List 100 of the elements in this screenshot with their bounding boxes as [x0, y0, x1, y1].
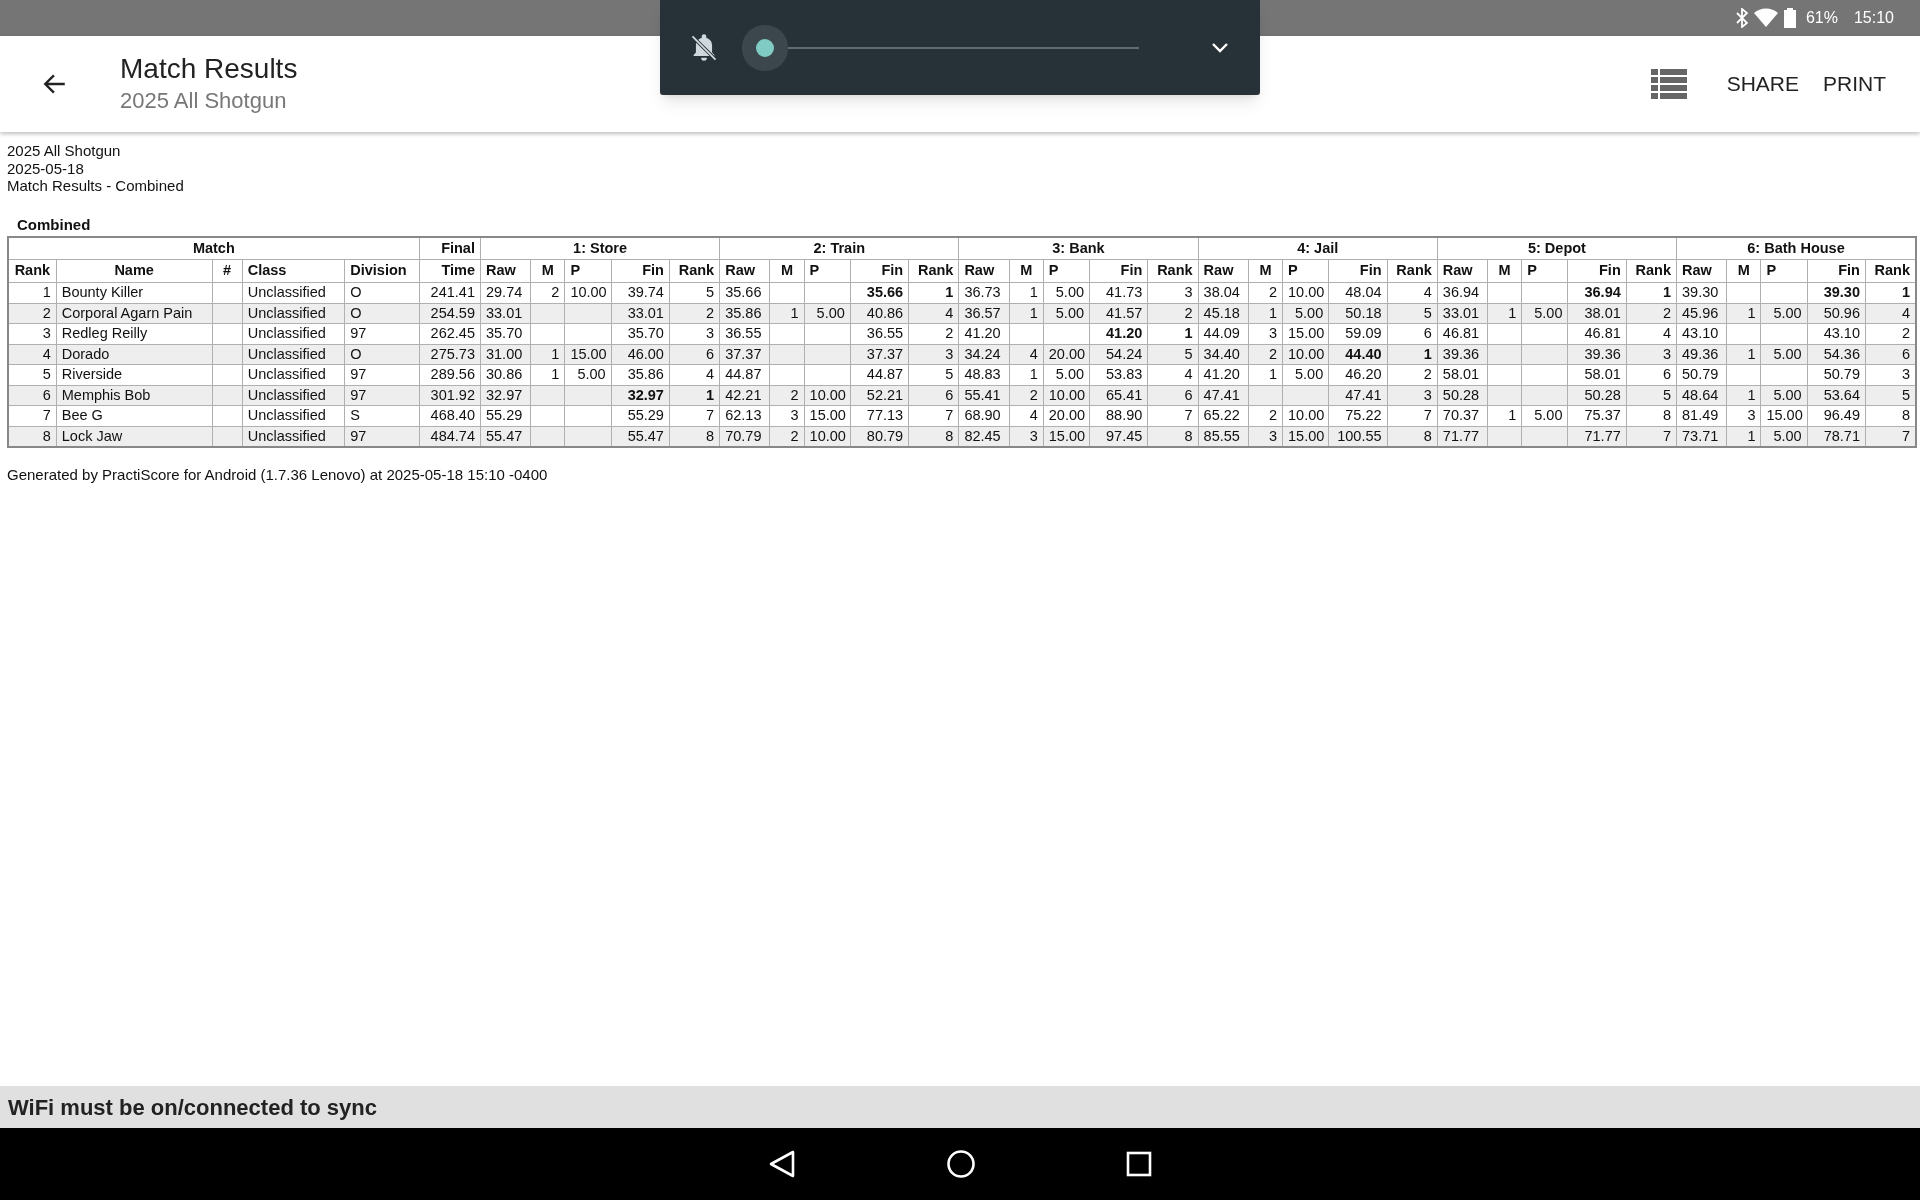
table-cell: 1	[669, 385, 720, 406]
table-cell: 40.86	[850, 303, 909, 324]
table-cell: 55.29	[611, 405, 670, 426]
table-cell: 5.00	[1760, 344, 1808, 365]
column-header: Fin	[1328, 259, 1388, 283]
table-cell: 62.13	[719, 405, 770, 426]
column-header: P	[804, 259, 851, 283]
table-cell: 43.10	[1676, 323, 1727, 344]
column-group-header: 1: Store	[480, 236, 720, 260]
table-cell: 50.18	[1328, 303, 1388, 324]
table-cell: 6	[1147, 385, 1199, 406]
table-cell: Unclassified	[242, 282, 345, 303]
table-cell: 33.01	[611, 303, 670, 324]
column-header: Rank	[8, 259, 57, 283]
column-header: Fin	[850, 259, 909, 283]
table-cell: 289.56	[419, 364, 481, 385]
table-cell: 5.00	[1521, 303, 1568, 324]
table-cell: 39.30	[1807, 282, 1866, 303]
report-header-line: Match Results - Combined	[7, 177, 185, 195]
column-header: M	[1726, 259, 1761, 283]
table-cell: 6	[8, 385, 57, 406]
table-cell: 3	[1387, 385, 1438, 406]
table-cell: 5.00	[1282, 303, 1329, 324]
table-cell: 52.21	[850, 385, 909, 406]
table-cell: 10.00	[564, 282, 612, 303]
table-cell: 35.86	[719, 303, 770, 324]
table-cell: 468.40	[419, 405, 481, 426]
table-cell: 32.97	[480, 385, 531, 406]
table-cell: 10.00	[1043, 385, 1090, 406]
table-cell: 262.45	[419, 323, 481, 344]
table-cell: 96.49	[1807, 405, 1866, 426]
table-cell: 46.00	[611, 344, 670, 365]
table-cell: Riverside	[56, 364, 213, 385]
back-triangle-icon[interactable]	[768, 1149, 796, 1179]
column-header: Time	[419, 259, 481, 283]
table-cell: 4	[1387, 282, 1438, 303]
table-cell: O	[344, 303, 420, 324]
column-header: M	[1248, 259, 1283, 283]
column-header: Rank	[669, 259, 720, 283]
table-cell: Dorado	[56, 344, 213, 365]
table-cell: 58.01	[1567, 364, 1627, 385]
table-cell: 41.20	[958, 323, 1010, 344]
table-cell: 54.24	[1089, 344, 1148, 365]
table-cell: 48.04	[1328, 282, 1388, 303]
table-cell: 6	[1626, 364, 1677, 385]
wifi-icon	[1753, 8, 1778, 28]
table-cell: 4	[1009, 344, 1044, 365]
table-cell: 7	[908, 405, 959, 426]
table-cell: 10.00	[1282, 405, 1329, 426]
table-cell: 2	[1248, 282, 1283, 303]
table-cell: 15.00	[564, 344, 612, 365]
table-cell: 41.73	[1089, 282, 1148, 303]
table-cell: 2	[669, 303, 720, 324]
table-cell: 55.41	[958, 385, 1010, 406]
table-cell: 1	[1487, 303, 1522, 324]
column-header: Raw	[958, 259, 1010, 283]
table-cell: 70.37	[1437, 405, 1488, 426]
table-cell: 1	[1248, 303, 1283, 324]
table-cell: 1	[1009, 282, 1044, 303]
table-cell: O	[344, 282, 420, 303]
column-header: M	[1009, 259, 1044, 283]
table-cell: 35.70	[480, 323, 531, 344]
home-circle-icon[interactable]	[946, 1149, 976, 1179]
table-cell: Unclassified	[242, 364, 345, 385]
table-cell: 10.00	[1282, 282, 1329, 303]
table-cell: 2	[1248, 405, 1283, 426]
table-cell: 36.55	[719, 323, 770, 344]
table-cell: 301.92	[419, 385, 481, 406]
table-cell: 5	[8, 364, 57, 385]
table-cell: 4	[908, 303, 959, 324]
table-cell: 10.00	[804, 385, 851, 406]
table-cell: 3	[1248, 323, 1283, 344]
table-cell: 37.37	[850, 344, 909, 365]
column-header: Rank	[1147, 259, 1199, 283]
table-caption: Combined	[17, 215, 91, 234]
table-cell: Unclassified	[242, 385, 345, 406]
table-cell: 47.41	[1198, 385, 1249, 406]
column-header: Fin	[611, 259, 670, 283]
toolbar-action[interactable]: PRINT	[1811, 60, 1898, 108]
bell-off-icon[interactable]	[690, 32, 718, 63]
table-cell: Memphis Bob	[56, 385, 213, 406]
toolbar-action[interactable]: SHARE	[1714, 60, 1811, 108]
table-cell: 2	[8, 303, 57, 324]
column-header: Raw	[719, 259, 770, 283]
table-cell: 97	[344, 364, 420, 385]
table-cell: 35.70	[611, 323, 670, 344]
table-cell: 36.73	[958, 282, 1010, 303]
column-header: P	[1282, 259, 1329, 283]
recents-square-icon[interactable]	[1126, 1151, 1152, 1177]
table-cell: 41.20	[1198, 364, 1249, 385]
table-cell: 39.74	[611, 282, 670, 303]
table-cell: 44.87	[719, 364, 770, 385]
table-cell: 3	[669, 323, 720, 344]
table-cell: 32.97	[611, 385, 670, 406]
table-cell: 5	[908, 364, 959, 385]
column-group-header: 3: Bank	[958, 236, 1199, 260]
list-view-icon[interactable]	[1650, 69, 1687, 99]
table-cell: 36.94	[1567, 282, 1627, 303]
chevron-down-icon[interactable]	[1210, 40, 1230, 55]
table-cell: 5.00	[564, 364, 612, 385]
